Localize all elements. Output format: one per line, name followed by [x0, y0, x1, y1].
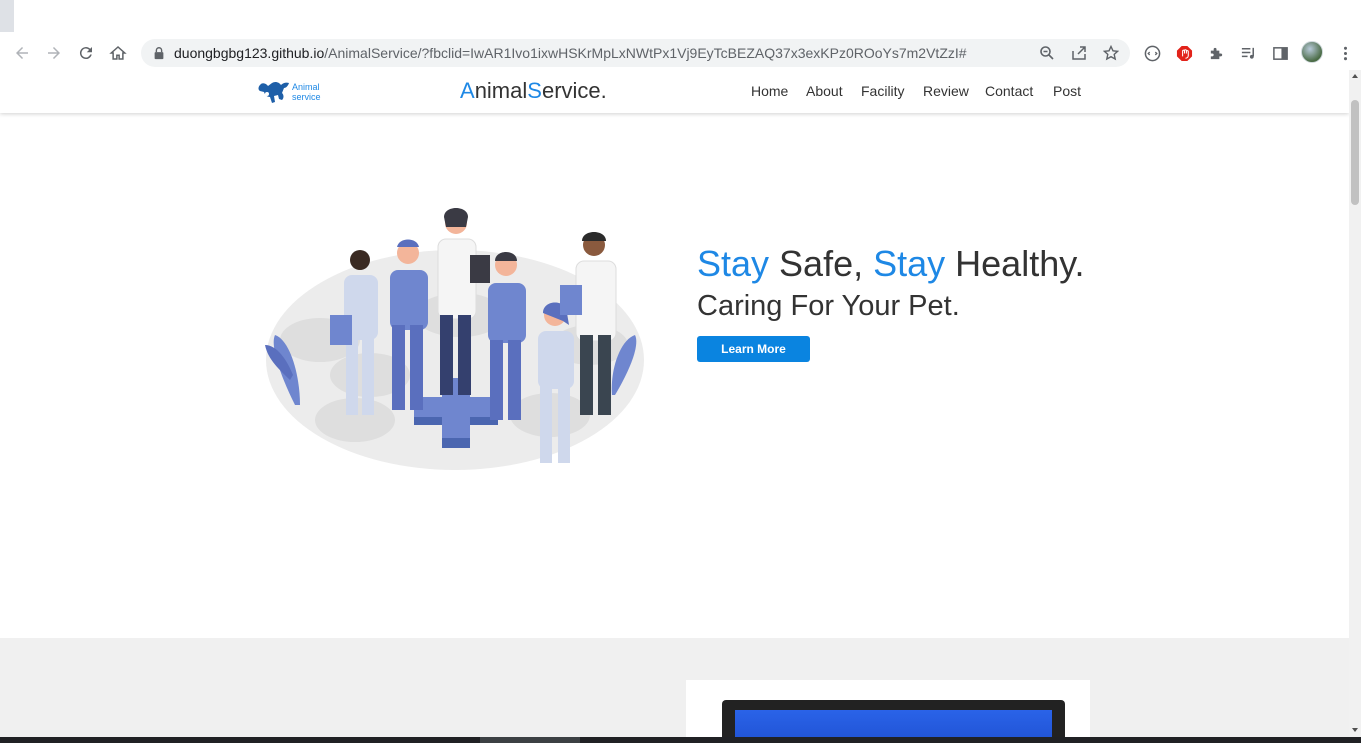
- zoom-icon[interactable]: [1037, 43, 1057, 63]
- about-section: [0, 638, 1349, 737]
- brand-title[interactable]: AnimalService.: [460, 78, 607, 104]
- url-text[interactable]: duongbgbg123.github.io/AnimalService/?fb…: [174, 45, 967, 61]
- scroll-down-arrow-icon[interactable]: [1352, 728, 1358, 732]
- active-tab[interactable]: [0, 0, 14, 32]
- star-icon[interactable]: [1101, 43, 1121, 63]
- animal-logo-icon: [258, 81, 289, 103]
- home-icon[interactable]: [106, 41, 130, 65]
- tab-strip: [0, 0, 1361, 36]
- nav-review[interactable]: Review: [923, 83, 969, 99]
- medical-team-illustration: [265, 208, 644, 470]
- address-bar[interactable]: duongbgbg123.github.io/AnimalService/?fb…: [141, 39, 1130, 67]
- adblock-icon[interactable]: [1174, 43, 1194, 63]
- nav-post[interactable]: Post: [1053, 83, 1081, 99]
- horizontal-scroll-thumb[interactable]: [480, 737, 580, 743]
- horizontal-scrollbar[interactable]: [0, 737, 1361, 743]
- hero-title: Stay Safe, Stay Healthy.: [697, 243, 1085, 285]
- site-logo[interactable]: Animal service: [257, 75, 327, 109]
- back-icon[interactable]: [10, 41, 34, 65]
- hero-title-word-stay-2: Stay: [873, 243, 946, 284]
- puzzle-icon[interactable]: [1206, 43, 1226, 63]
- laptop-image: [722, 700, 1065, 737]
- reload-icon[interactable]: [74, 41, 98, 65]
- lock-icon[interactable]: [152, 46, 166, 60]
- brand-initial-s: S: [527, 78, 542, 103]
- learn-more-button[interactable]: Learn More: [697, 336, 810, 362]
- brand-part-nimal: nimal: [474, 78, 528, 103]
- nav-home[interactable]: Home: [751, 83, 788, 99]
- scroll-up-arrow-icon[interactable]: [1352, 74, 1358, 78]
- hero-title-word-healthy: Healthy.: [945, 243, 1085, 284]
- hero-title-word-safe: Safe,: [769, 243, 874, 284]
- scroll-thumb[interactable]: [1351, 100, 1359, 205]
- site-header: Animal service AnimalService. Home About…: [0, 70, 1349, 113]
- brand-initial-a: A: [460, 78, 475, 103]
- nav-contact[interactable]: Contact: [985, 83, 1033, 99]
- logo-text: Animal service: [292, 82, 321, 102]
- menu-icon[interactable]: [1335, 43, 1355, 63]
- hero-title-word-stay-1: Stay: [697, 243, 770, 284]
- logo-text-line1: Animal: [292, 82, 320, 92]
- brand-part-ervice: ervice.: [541, 78, 607, 103]
- page-viewport: Animal service AnimalService. Home About…: [0, 70, 1349, 737]
- nav-about[interactable]: About: [806, 83, 843, 99]
- laptop-screen: [735, 710, 1052, 737]
- nav-facility[interactable]: Facility: [861, 83, 905, 99]
- media-icon[interactable]: [1238, 43, 1258, 63]
- hero-subtitle: Caring For Your Pet.: [697, 290, 960, 322]
- forward-icon[interactable]: [42, 41, 66, 65]
- share-icon[interactable]: [1069, 43, 1089, 63]
- about-image-card: [686, 680, 1090, 737]
- logo-text-line2: service: [292, 92, 321, 102]
- browser-toolbar: duongbgbg123.github.io/AnimalService/?fb…: [0, 36, 1361, 70]
- side-panel-icon[interactable]: [1270, 43, 1290, 63]
- profile-avatar[interactable]: [1301, 41, 1323, 63]
- extension-icon[interactable]: [1142, 43, 1162, 63]
- page-scrollbar[interactable]: [1349, 70, 1361, 737]
